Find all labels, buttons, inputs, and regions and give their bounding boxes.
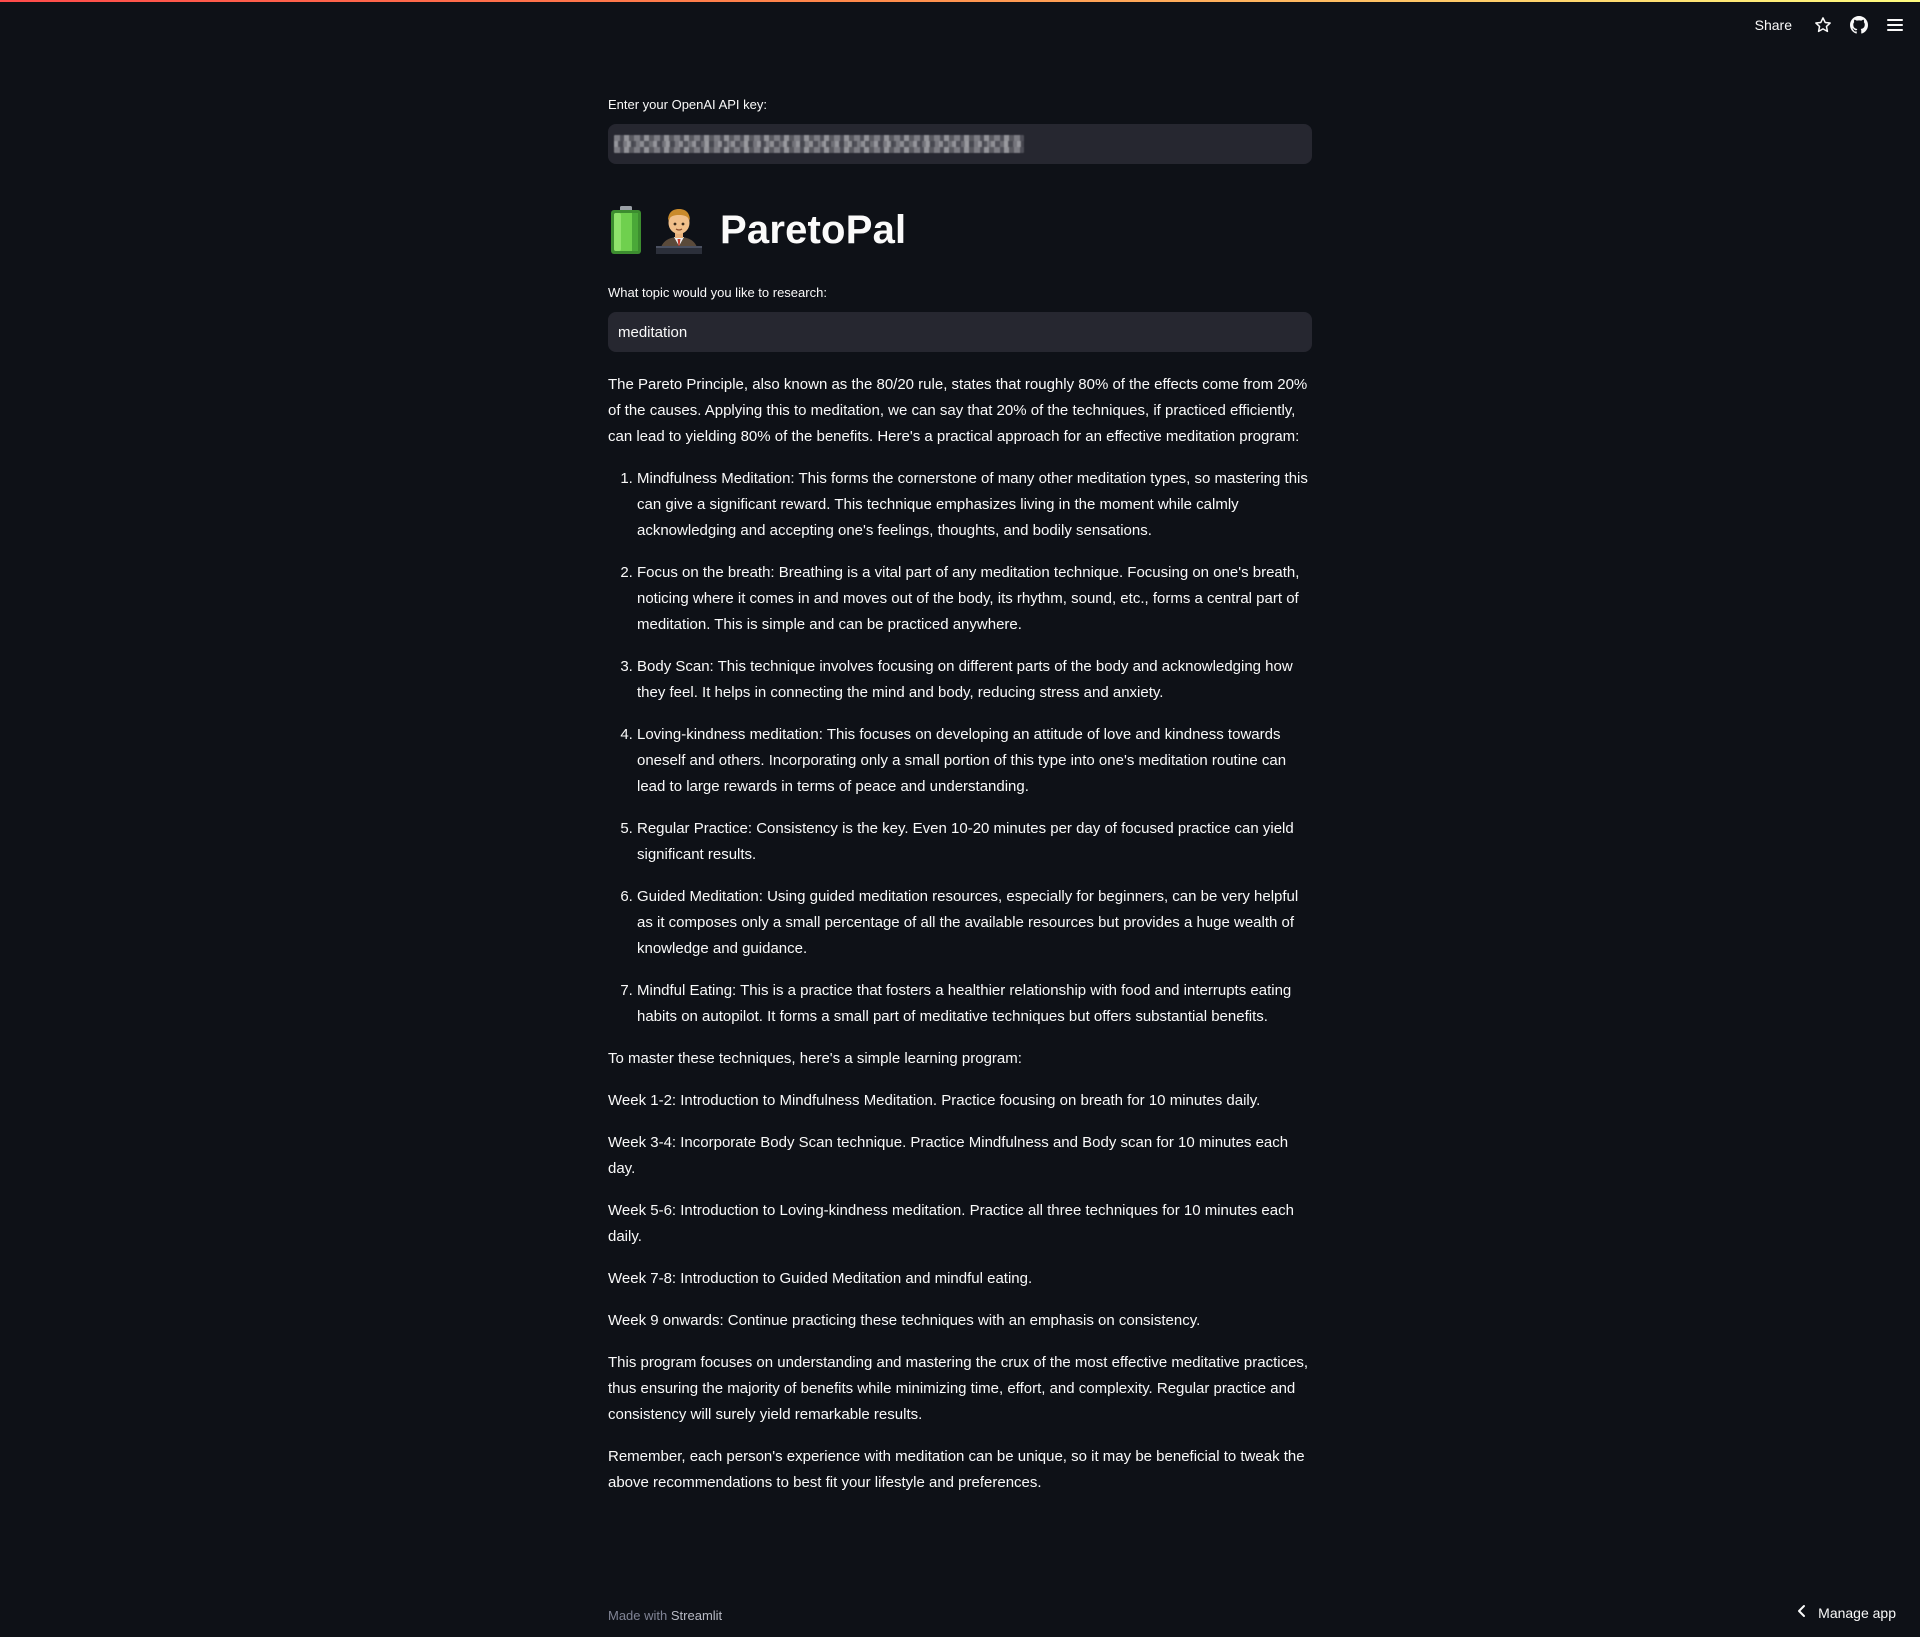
- list-item: Guided Meditation: Using guided meditati…: [637, 884, 1312, 962]
- week-item: Week 1-2: Introduction to Mindfulness Me…: [608, 1092, 1261, 1109]
- footer-made-with: Made with Streamlit: [608, 1608, 722, 1623]
- week-item: Week 5-6: Introduction to Loving-kindnes…: [608, 1202, 1294, 1245]
- list-item: Loving-kindness meditation: This focuses…: [637, 722, 1312, 800]
- manage-app-label: Manage app: [1818, 1604, 1896, 1621]
- star-icon[interactable]: [1808, 12, 1838, 38]
- app-toolbar: Share: [1745, 12, 1910, 38]
- api-key-field[interactable]: [608, 124, 1312, 164]
- research-response: The Pareto Principle, also known as the …: [608, 372, 1312, 1496]
- office-worker-icon: [656, 209, 702, 254]
- top-decoration-bar: [0, 0, 1920, 2]
- page-title: ParetoPal: [720, 207, 907, 252]
- made-with-label: Made with: [608, 1608, 668, 1623]
- title-row: ParetoPal: [608, 198, 1312, 262]
- chevron-left-icon: [1796, 1604, 1808, 1621]
- hamburger-menu-icon[interactable]: [1880, 12, 1910, 38]
- techniques-list: Mindfulness Meditation: This forms the c…: [608, 466, 1312, 1030]
- list-item: Regular Practice: Consistency is the key…: [637, 816, 1312, 868]
- list-item: Body Scan: This technique involves focus…: [637, 654, 1312, 706]
- api-key-label: Enter your OpenAI API key:: [608, 97, 767, 112]
- week-item: Week 7-8: Introduction to Guided Meditat…: [608, 1270, 1033, 1287]
- api-key-masked-value: [614, 135, 1024, 153]
- manage-app-button[interactable]: Manage app: [1796, 1604, 1896, 1621]
- topic-label: What topic would you like to research:: [608, 285, 827, 300]
- list-item: Mindful Eating: This is a practice that …: [637, 978, 1312, 1030]
- battery-icon: [611, 206, 641, 254]
- week-item: Week 3-4: Incorporate Body Scan techniqu…: [608, 1134, 1289, 1177]
- main-content: Enter your OpenAI API key: ParetoPal Wha…: [608, 96, 1312, 1512]
- github-icon[interactable]: [1844, 12, 1874, 38]
- response-intro: The Pareto Principle, also known as the …: [608, 376, 1308, 445]
- share-button[interactable]: Share: [1745, 13, 1802, 37]
- week-item: Week 9 onwards: Continue practicing thes…: [608, 1312, 1201, 1329]
- closing-note: Remember, each person's experience with …: [608, 1448, 1305, 1491]
- topic-input[interactable]: [608, 312, 1312, 352]
- program-intro: To master these techniques, here's a sim…: [608, 1050, 1022, 1067]
- program-summary: This program focuses on understanding an…: [608, 1354, 1309, 1423]
- list-item: Mindfulness Meditation: This forms the c…: [637, 466, 1312, 544]
- list-item: Focus on the breath: Breathing is a vita…: [637, 560, 1312, 638]
- streamlit-link[interactable]: Streamlit: [671, 1608, 722, 1623]
